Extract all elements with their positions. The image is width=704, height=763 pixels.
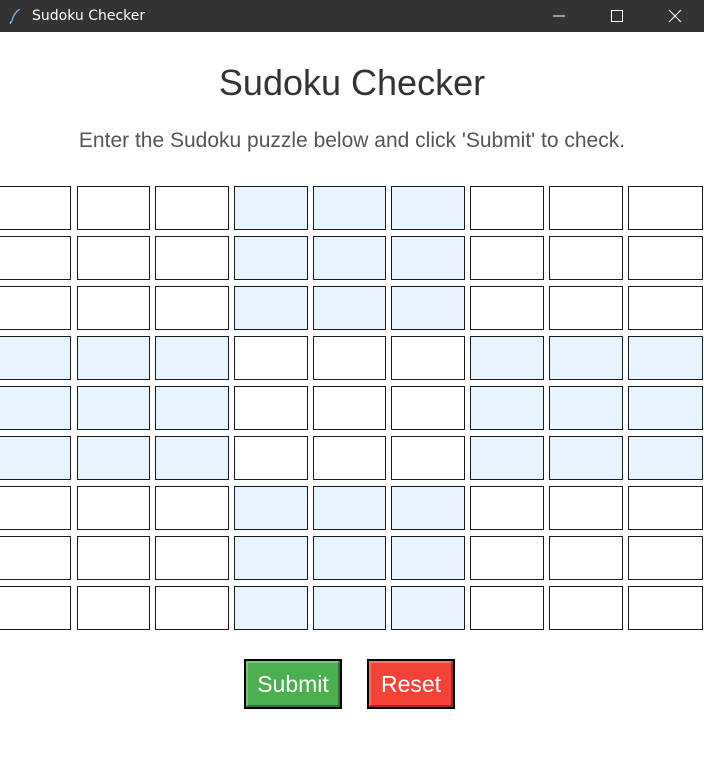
sudoku-cell-r2-c8[interactable] — [549, 236, 623, 280]
sudoku-cell-r3-c5[interactable] — [313, 286, 386, 330]
sudoku-cell-r6-c6[interactable] — [391, 436, 465, 480]
sudoku-cell-r3-c8[interactable] — [549, 286, 623, 330]
app-window: Sudoku Checker Sudoku Checker Enter the … — [0, 0, 704, 763]
sudoku-cell-r5-c4[interactable] — [234, 386, 308, 430]
sudoku-cell-r9-c4[interactable] — [234, 586, 308, 630]
sudoku-cell-r2-c4[interactable] — [234, 236, 308, 280]
sudoku-cell-r7-c2[interactable] — [77, 486, 150, 530]
sudoku-cell-r6-c2[interactable] — [77, 436, 150, 480]
sudoku-cell-r7-c1[interactable] — [0, 486, 71, 530]
sudoku-cell-r9-c5[interactable] — [313, 586, 386, 630]
sudoku-cell-r6-c3[interactable] — [155, 436, 229, 480]
sudoku-cell-r1-c8[interactable] — [549, 186, 623, 230]
sudoku-cell-r3-c9[interactable] — [628, 286, 703, 330]
sudoku-cell-r3-c3[interactable] — [155, 286, 229, 330]
sudoku-cell-r9-c6[interactable] — [391, 586, 465, 630]
sudoku-cell-r2-c3[interactable] — [155, 236, 229, 280]
sudoku-cell-r3-c2[interactable] — [77, 286, 150, 330]
sudoku-cell-r2-c2[interactable] — [77, 236, 150, 280]
sudoku-cell-r3-c6[interactable] — [391, 286, 465, 330]
sudoku-cell-r1-c2[interactable] — [77, 186, 150, 230]
sudoku-cell-r5-c3[interactable] — [155, 386, 229, 430]
reset-button[interactable]: Reset — [367, 659, 455, 709]
sudoku-grid — [0, 0, 704, 640]
submit-button[interactable]: Submit — [244, 659, 342, 709]
sudoku-cell-r8-c3[interactable] — [155, 536, 229, 580]
sudoku-cell-r1-c6[interactable] — [391, 186, 465, 230]
sudoku-cell-r1-c1[interactable] — [0, 186, 71, 230]
sudoku-cell-r7-c9[interactable] — [628, 486, 703, 530]
sudoku-cell-r6-c4[interactable] — [234, 436, 308, 480]
sudoku-cell-r6-c9[interactable] — [628, 436, 703, 480]
sudoku-cell-r7-c7[interactable] — [470, 486, 544, 530]
sudoku-cell-r8-c6[interactable] — [391, 536, 465, 580]
sudoku-cell-r5-c8[interactable] — [549, 386, 623, 430]
sudoku-cell-r8-c2[interactable] — [77, 536, 150, 580]
sudoku-cell-r3-c1[interactable] — [0, 286, 71, 330]
sudoku-cell-r6-c1[interactable] — [0, 436, 71, 480]
sudoku-cell-r7-c5[interactable] — [313, 486, 386, 530]
sudoku-cell-r5-c5[interactable] — [313, 386, 386, 430]
sudoku-cell-r8-c7[interactable] — [470, 536, 544, 580]
sudoku-cell-r9-c9[interactable] — [628, 586, 703, 630]
sudoku-cell-r4-c6[interactable] — [391, 336, 465, 380]
sudoku-cell-r2-c6[interactable] — [391, 236, 465, 280]
sudoku-cell-r1-c7[interactable] — [470, 186, 544, 230]
sudoku-cell-r9-c1[interactable] — [0, 586, 71, 630]
sudoku-cell-r8-c8[interactable] — [549, 536, 623, 580]
sudoku-cell-r5-c1[interactable] — [0, 386, 71, 430]
sudoku-cell-r1-c4[interactable] — [234, 186, 308, 230]
sudoku-cell-r9-c8[interactable] — [549, 586, 623, 630]
sudoku-cell-r2-c1[interactable] — [0, 236, 71, 280]
sudoku-cell-r2-c7[interactable] — [470, 236, 544, 280]
sudoku-cell-r1-c9[interactable] — [628, 186, 703, 230]
sudoku-cell-r3-c4[interactable] — [234, 286, 308, 330]
sudoku-cell-r7-c3[interactable] — [155, 486, 229, 530]
sudoku-cell-r8-c1[interactable] — [0, 536, 71, 580]
sudoku-cell-r1-c5[interactable] — [313, 186, 386, 230]
sudoku-cell-r4-c5[interactable] — [313, 336, 386, 380]
sudoku-cell-r7-c4[interactable] — [234, 486, 308, 530]
sudoku-cell-r1-c3[interactable] — [155, 186, 229, 230]
sudoku-cell-r6-c8[interactable] — [549, 436, 623, 480]
sudoku-cell-r4-c7[interactable] — [470, 336, 544, 380]
sudoku-cell-r9-c7[interactable] — [470, 586, 544, 630]
sudoku-cell-r8-c9[interactable] — [628, 536, 703, 580]
sudoku-cell-r5-c6[interactable] — [391, 386, 465, 430]
sudoku-cell-r6-c5[interactable] — [313, 436, 386, 480]
sudoku-cell-r3-c7[interactable] — [470, 286, 544, 330]
sudoku-cell-r4-c9[interactable] — [628, 336, 703, 380]
sudoku-cell-r9-c3[interactable] — [155, 586, 229, 630]
sudoku-cell-r5-c7[interactable] — [470, 386, 544, 430]
sudoku-cell-r5-c9[interactable] — [628, 386, 703, 430]
sudoku-cell-r8-c4[interactable] — [234, 536, 308, 580]
sudoku-cell-r2-c9[interactable] — [628, 236, 703, 280]
sudoku-cell-r5-c2[interactable] — [77, 386, 150, 430]
sudoku-cell-r9-c2[interactable] — [77, 586, 150, 630]
sudoku-cell-r7-c6[interactable] — [391, 486, 465, 530]
sudoku-cell-r4-c8[interactable] — [549, 336, 623, 380]
sudoku-cell-r4-c4[interactable] — [234, 336, 308, 380]
sudoku-cell-r2-c5[interactable] — [313, 236, 386, 280]
sudoku-cell-r4-c2[interactable] — [77, 336, 150, 380]
sudoku-cell-r8-c5[interactable] — [313, 536, 386, 580]
sudoku-cell-r4-c1[interactable] — [0, 336, 71, 380]
sudoku-cell-r7-c8[interactable] — [549, 486, 623, 530]
sudoku-cell-r6-c7[interactable] — [470, 436, 544, 480]
sudoku-cell-r4-c3[interactable] — [155, 336, 229, 380]
